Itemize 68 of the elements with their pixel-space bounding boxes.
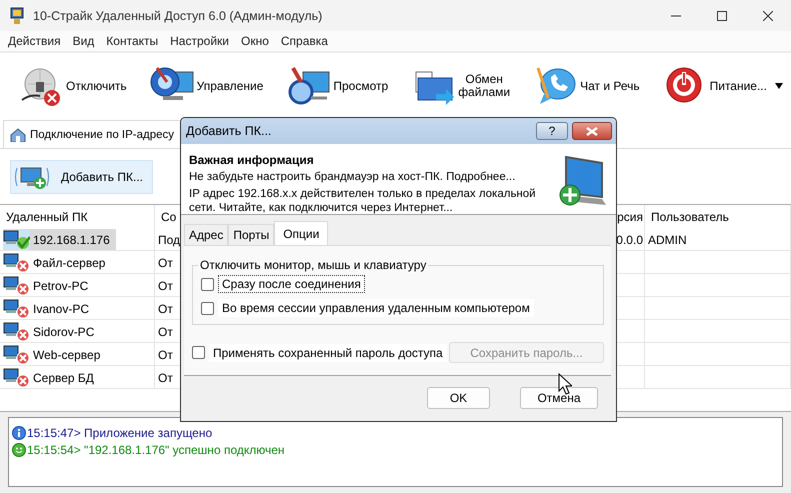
table-cell: 0.0.0: [616, 232, 643, 246]
log-entry: 15:15:54> "192.168.1.176" успешно подключен: [27, 442, 285, 456]
dialog-button[interactable]: OK: [427, 387, 490, 409]
tab[interactable]: Подключение по IP-адресу: [3, 120, 182, 148]
dialog-button[interactable]: Отмена: [520, 387, 598, 409]
monitor-cross-icon: [3, 322, 30, 342]
menu-item[interactable]: Действия: [4, 34, 69, 48]
tab[interactable]: Адрес: [184, 224, 228, 245]
checkbox-label[interactable]: Сразу после соединения: [218, 275, 365, 293]
column-header[interactable]: Со: [155, 205, 181, 228]
toolbar-button[interactable]: Управление: [146, 62, 266, 110]
smiley-icon: [12, 442, 26, 456]
column-header[interactable]: Удаленный ПК: [0, 205, 155, 228]
table-cell: Под: [158, 232, 180, 246]
checkbox-label[interactable]: Применять сохраненный пароль доступа: [209, 344, 447, 362]
table-row-name[interactable]: Файл-сервер: [3, 252, 112, 273]
menu-item[interactable]: Настройки: [166, 34, 237, 48]
toolbar-button[interactable]: Питание...: [660, 62, 785, 110]
monitor-check-icon: [3, 230, 30, 250]
info-icon: [12, 426, 26, 440]
toolbar-button[interactable]: Чат и Речь: [530, 62, 642, 110]
help-button[interactable]: ?: [536, 122, 568, 140]
checkbox[interactable]: [192, 346, 205, 359]
column-header[interactable]: Пользователь: [645, 205, 791, 228]
toolbar-button[interactable]: Просмотр: [283, 62, 390, 110]
close-icon[interactable]: [763, 10, 773, 20]
monitor-cross-icon: [3, 368, 30, 388]
table-cell: От: [158, 278, 173, 292]
group-title: Отключить монитор, мышь и клавиатуру: [198, 258, 428, 272]
close-button[interactable]: [572, 122, 612, 140]
table-row-name[interactable]: Ivanov-PC: [3, 298, 96, 319]
close-icon: [586, 126, 598, 136]
menu-item[interactable]: Окно: [236, 34, 277, 48]
menu-item[interactable]: Справка: [276, 34, 336, 48]
info-heading: Важная информация: [189, 153, 315, 167]
monitor-cross-icon: [3, 298, 30, 318]
add-pc-button[interactable]: Добавить ПК...: [10, 160, 153, 194]
table-cell: ADMIN: [648, 232, 687, 246]
table-row-name[interactable]: 192.168.1.176: [3, 229, 116, 250]
log-entry: 15:15:47> Приложение запущено: [27, 426, 212, 440]
monitor-cross-icon: [3, 252, 30, 272]
tab[interactable]: Порты: [228, 224, 274, 245]
table-cell: От: [158, 324, 173, 338]
toolbar-button[interactable]: Отключить: [16, 62, 129, 110]
info-text: IP адрес 192.168.x.x действителен только в пределах локальной сети. Читайте, как подключится через Интернет...: [189, 187, 537, 215]
window-title: 10-Страйк Удаленный Доступ 6.0 (Админ-модуль): [33, 8, 324, 22]
checkbox[interactable]: [201, 278, 214, 290]
info-text: Не забудьте настроить брандмауэр на хост-ПК. Подробнее...: [189, 170, 516, 184]
menu-item[interactable]: Контакты: [102, 34, 166, 48]
table-row-name[interactable]: Сервер БД: [3, 367, 100, 388]
menu-item[interactable]: Вид: [68, 34, 102, 48]
monitor-cross-icon: [3, 276, 30, 296]
table-row-name[interactable]: Petrov-PC: [3, 275, 94, 296]
toolbar-button[interactable]: Обмен файлами: [408, 62, 512, 110]
table-cell: От: [158, 348, 173, 362]
maximize-icon[interactable]: [717, 10, 727, 20]
table-row-name[interactable]: Sidorov-PC: [3, 321, 100, 342]
checkbox[interactable]: [201, 302, 214, 314]
app-icon: [9, 6, 25, 24]
monitor-cross-icon: [3, 344, 30, 364]
table-row-name[interactable]: Web-сервер: [3, 344, 106, 365]
dialog-title: Добавить ПК...: [186, 124, 272, 138]
table-cell: От: [158, 256, 173, 270]
tab[interactable]: Опции: [274, 221, 328, 245]
checkbox-label[interactable]: Во время сессии управления удаленным компьютером: [218, 299, 534, 317]
table-cell: От: [158, 370, 173, 384]
house-icon: [10, 128, 26, 142]
table-cell: От: [158, 302, 173, 316]
